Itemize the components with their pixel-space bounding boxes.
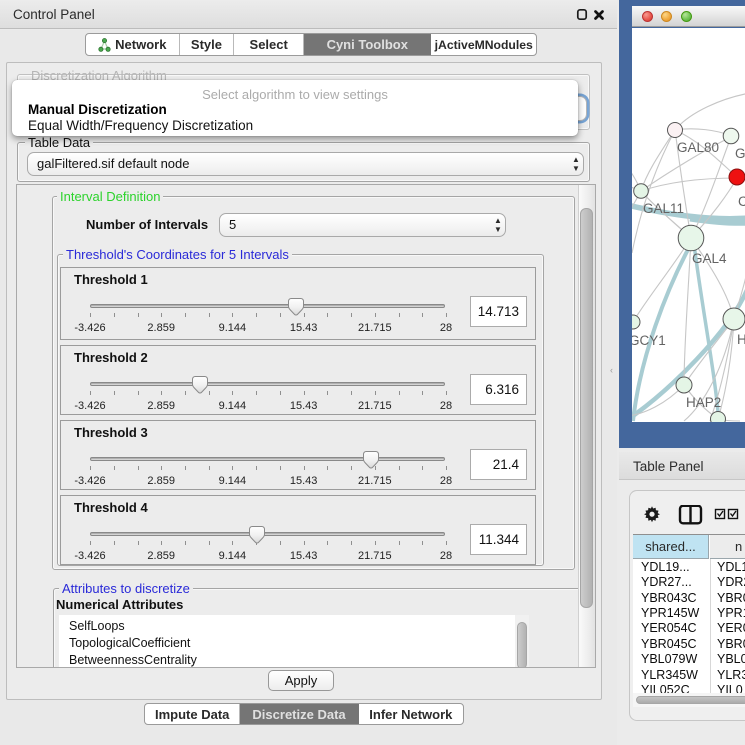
svg-text:GAL80: GAL80 xyxy=(677,140,719,155)
svg-text:GAL11: GAL11 xyxy=(643,201,684,216)
svg-text:HI: HI xyxy=(737,332,745,347)
svg-text:GAL: GAL xyxy=(735,146,745,161)
svg-text:C: C xyxy=(738,194,745,209)
svg-text:GCY1: GCY1 xyxy=(632,333,666,348)
svg-text:GAL4: GAL4 xyxy=(692,251,727,266)
svg-text:HAP2: HAP2 xyxy=(686,395,721,410)
